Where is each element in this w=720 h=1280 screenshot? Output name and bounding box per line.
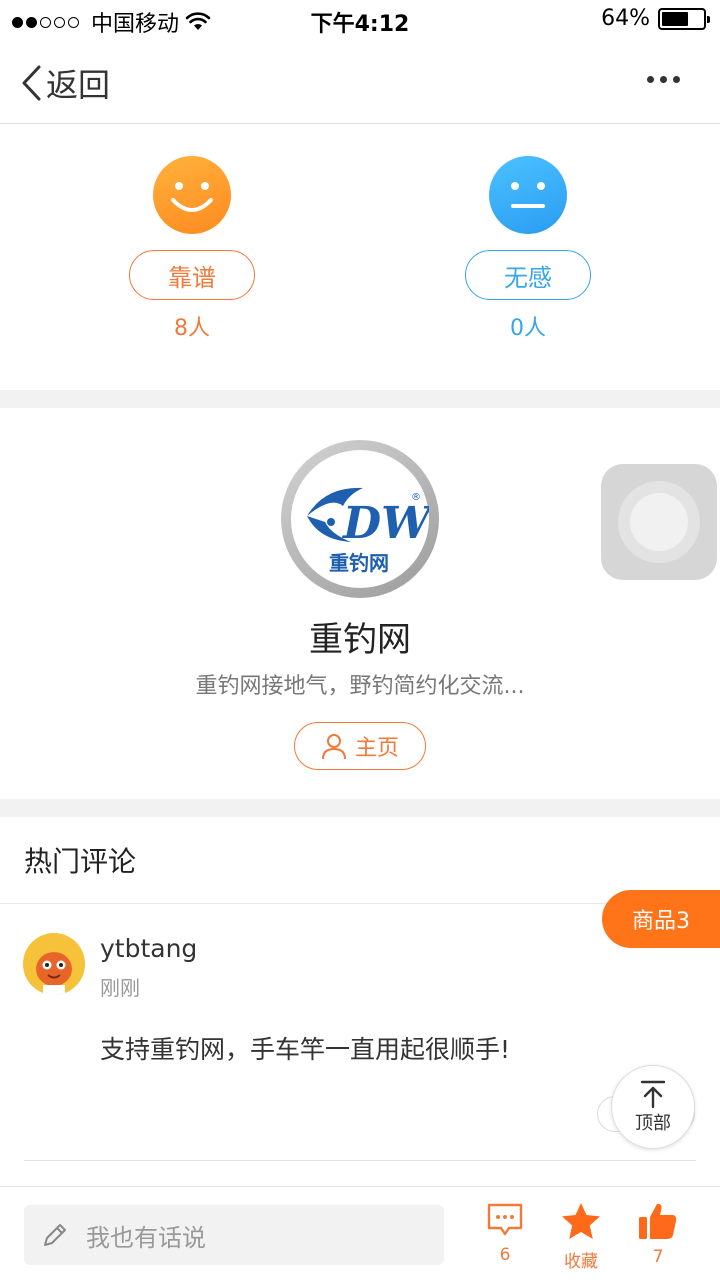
status-right: 64% xyxy=(601,6,710,31)
user-icon xyxy=(321,734,346,760)
battery-icon xyxy=(658,7,710,30)
favorite-button[interactable]: 收藏 xyxy=(551,1201,611,1272)
status-bar: 中国移动 下午4:12 64% xyxy=(0,0,720,40)
battery-percent: 64% xyxy=(601,6,650,31)
comment-count: 6 xyxy=(499,1245,511,1265)
vote-meh-button[interactable]: 无感 xyxy=(465,250,591,300)
comment-username[interactable]: ytbtang xyxy=(100,934,197,963)
back-button[interactable]: 返回 xyxy=(20,60,110,106)
assistive-touch-button[interactable] xyxy=(601,464,717,580)
section-gap xyxy=(0,799,720,817)
avatar[interactable] xyxy=(23,933,85,995)
like-count: 7 xyxy=(652,1247,664,1267)
smile-face-icon[interactable] xyxy=(153,156,231,234)
vote-good: 靠谱 8人 xyxy=(129,156,255,342)
divider xyxy=(24,1160,696,1161)
comment-input-placeholder: 我也有话说 xyxy=(86,1223,206,1252)
star-icon xyxy=(562,1203,600,1239)
more-dot-icon xyxy=(673,76,680,83)
back-label: 返回 xyxy=(46,66,111,104)
author-logo[interactable]: DW ® 重钓网 xyxy=(281,440,439,598)
vote-meh-count: 0人 xyxy=(510,316,546,341)
author-description: 重钓网接地气，野钓简约化交流... xyxy=(195,674,525,699)
vote-good-count: 8人 xyxy=(174,316,210,341)
bottom-bar: 我也有话说 6 收藏 7 xyxy=(0,1186,720,1280)
arrow-up-icon xyxy=(640,1080,666,1109)
comment-item: ytbtang 刚刚 支持重钓网，手车竿一直用起很顺手! xyxy=(0,904,720,1160)
svg-text:DW: DW xyxy=(341,498,429,549)
comments-button[interactable]: 6 xyxy=(475,1201,535,1265)
vote-section: 靠谱 8人 无感 0人 xyxy=(0,124,720,390)
more-dot-icon xyxy=(647,76,654,83)
comment-time: 刚刚 xyxy=(100,976,140,1000)
nav-bar: 返回 xyxy=(0,40,720,124)
svg-text:®: ® xyxy=(411,492,421,503)
more-dot-icon xyxy=(660,76,667,83)
battery-fill xyxy=(662,11,688,26)
vote-meh: 无感 0人 xyxy=(465,156,591,342)
section-gap xyxy=(0,390,720,408)
like-button[interactable]: 7 xyxy=(628,1201,688,1267)
back-to-top-button[interactable]: 顶部 xyxy=(611,1065,695,1149)
favorite-label: 收藏 xyxy=(564,1252,598,1272)
svg-text:重钓网: 重钓网 xyxy=(329,551,389,575)
author-home-button[interactable]: 主页 xyxy=(294,722,426,770)
comment-bubble-icon xyxy=(487,1203,523,1236)
author-name: 重钓网 xyxy=(309,620,411,660)
vote-good-button[interactable]: 靠谱 xyxy=(129,250,255,300)
more-options-button[interactable] xyxy=(647,76,680,83)
hot-comments-title: 热门评论 xyxy=(24,845,137,878)
comment-input[interactable]: 我也有话说 xyxy=(24,1205,444,1265)
thumbs-up-icon xyxy=(639,1203,677,1239)
comment-text: 支持重钓网，手车竿一直用起很顺手! xyxy=(100,1035,511,1064)
chevron-left-icon xyxy=(22,65,41,101)
goods-tag-button[interactable]: 商品3 xyxy=(602,890,720,948)
back-to-top-label: 顶部 xyxy=(635,1113,671,1134)
neutral-face-icon[interactable] xyxy=(489,156,567,234)
pencil-icon xyxy=(44,1224,66,1246)
home-label: 主页 xyxy=(354,736,399,761)
